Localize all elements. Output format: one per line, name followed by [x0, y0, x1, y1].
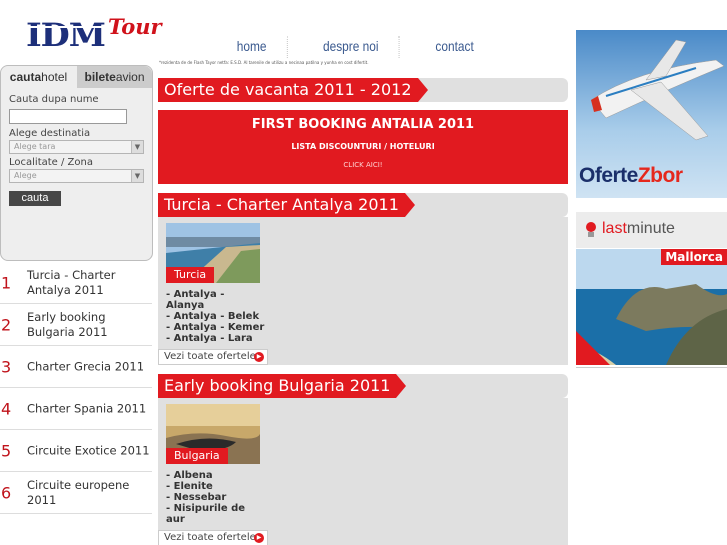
- list-item-number: 3: [1, 357, 12, 376]
- list-item[interactable]: 6 Circuite europene 2011: [0, 472, 152, 514]
- arrow-right-icon: ▶: [254, 533, 264, 543]
- view-all-label: Vezi toate ofertele: [164, 532, 256, 543]
- city-item: - Nessebar: [166, 492, 227, 503]
- city-item: - Antalya - Alanya: [166, 289, 225, 311]
- destination-select[interactable]: Alege tara ▼: [9, 140, 144, 154]
- city-item: - Albena: [166, 470, 213, 481]
- promo-sub[interactable]: LISTA DISCOUNTURI / HOTELURI: [158, 142, 568, 151]
- offers-heading: Oferte de vacanta 2011 - 2012: [158, 78, 568, 102]
- turcia-photo[interactable]: Turcia: [166, 223, 260, 283]
- section-turcia: Turcia - Antalya - Alanya - Antalya - Be…: [158, 217, 568, 365]
- logo-text: IDM: [26, 16, 106, 54]
- section-title[interactable]: Turcia - Charter Antalya 2011: [158, 193, 415, 217]
- list-item-label[interactable]: Early booking Bulgaria 2011: [27, 310, 151, 340]
- mallorca-tag: Mallorca: [661, 249, 727, 265]
- list-item[interactable]: 4 Charter Spania 2011: [0, 388, 152, 430]
- city-item: - Nisipurile de aur: [166, 503, 246, 525]
- city-item: - Antalya - Lara: [166, 333, 253, 344]
- tab-hotel-rest: hotel: [41, 70, 68, 84]
- list-item[interactable]: 3 Charter Grecia 2011: [0, 346, 152, 388]
- city-item: - Antalya - Kemer: [166, 322, 265, 333]
- page: IDM Tour home despre noi contact *rezide…: [0, 0, 727, 545]
- tab-avion-rest: avion: [115, 70, 145, 84]
- section-title[interactable]: Early booking Bulgaria 2011: [158, 374, 407, 398]
- nav-home[interactable]: home: [216, 36, 288, 58]
- oferte-zbor-label-b: Zbor: [637, 164, 683, 187]
- nav-contact[interactable]: contact: [415, 36, 494, 58]
- chevron-down-icon: ▼: [131, 141, 143, 153]
- section-heading-bulgaria: Early booking Bulgaria 2011: [158, 374, 568, 398]
- list-item-label[interactable]: Charter Grecia 2011: [27, 359, 151, 374]
- section-bulgaria: Bulgaria - Albena - Elenite - Nessebar -…: [158, 398, 568, 545]
- search-panel: cautahotel bileteavion Cauta dupa nume A…: [0, 65, 153, 261]
- bulgaria-photo[interactable]: Bulgaria: [166, 404, 260, 464]
- list-item-label[interactable]: Circuite Exotice 2011: [27, 443, 151, 458]
- destination-select-value: Alege tara: [14, 142, 56, 151]
- list-item-label[interactable]: Circuite europene 2011: [27, 478, 151, 508]
- promo-headline: FIRST BOOKING ANTALIA 2011: [251, 117, 475, 132]
- lastminute-banner[interactable]: lastminute Mallorca: [576, 212, 727, 368]
- view-all-offers-link[interactable]: Vezi toate ofertele ▶: [158, 530, 268, 545]
- locality-select-value: Alege: [14, 171, 37, 180]
- name-label: Cauta dupa nume: [9, 94, 99, 105]
- view-all-label: Vezi toate ofertele: [164, 351, 256, 362]
- locality-label: Localitate / Zona: [9, 157, 93, 168]
- list-item[interactable]: 5 Circuite Exotice 2011: [0, 430, 152, 472]
- mallorca-image: Mallorca: [576, 249, 727, 365]
- city-item: - Elenite: [166, 481, 213, 492]
- chevron-down-icon: ▼: [131, 170, 143, 182]
- photo-caption: Turcia: [166, 267, 215, 283]
- city-list: - Antalya - Alanya - Antalya - Belek - A…: [166, 289, 264, 344]
- hotel-name-input[interactable]: [9, 109, 127, 124]
- tab-bilete-avion[interactable]: bileteavion: [77, 66, 152, 88]
- search-button[interactable]: cauta: [9, 190, 61, 206]
- logo-sub: Tour: [108, 14, 162, 39]
- list-item-label[interactable]: Turcia - Charter Antalya 2011: [27, 268, 151, 298]
- destination-label: Alege destinatia: [9, 128, 91, 139]
- tab-avion-bold: bilete: [84, 70, 116, 84]
- search-form: Cauta dupa nume Alege destinatia Alege t…: [9, 94, 149, 206]
- top-nav: home despre noi contact: [210, 36, 502, 58]
- oferte-zbor-banner[interactable]: OferteZbor: [576, 30, 727, 198]
- tab-cauta-hotel[interactable]: cautahotel: [1, 66, 76, 88]
- list-item-number: 1: [1, 273, 12, 292]
- list-item-label[interactable]: Charter Spania 2011: [27, 401, 151, 416]
- lastminute-title: lastminute: [602, 220, 675, 238]
- lastminute-header: lastminute: [576, 212, 727, 248]
- list-item-number: 4: [1, 399, 12, 418]
- list-item[interactable]: 1 Turcia - Charter Antalya 2011: [0, 262, 152, 304]
- tab-hotel-bold: cauta: [9, 70, 42, 84]
- airplane-image: [590, 39, 725, 141]
- disclaimer-text: *rezidenta de de Flash Tayor netfa: E.S.…: [159, 60, 369, 65]
- list-item[interactable]: 2 Early booking Bulgaria 2011: [0, 304, 152, 346]
- arrow-right-icon: ▶: [254, 352, 264, 362]
- nav-despre-noi[interactable]: despre noi: [303, 36, 400, 58]
- lastminute-title-b: minute: [626, 220, 675, 237]
- lastminute-title-a: last: [602, 220, 627, 237]
- photo-caption: Bulgaria: [166, 448, 228, 464]
- locality-select[interactable]: Alege ▼: [9, 169, 144, 183]
- list-item-number: 6: [1, 483, 12, 502]
- city-item: - Antalya - Belek: [166, 311, 260, 322]
- search-tabs: cautahotel bileteavion: [1, 66, 152, 88]
- list-item-number: 5: [1, 441, 12, 460]
- oferte-zbor-label-a: Oferte: [579, 164, 638, 187]
- oferte-zbor-label: OferteZbor: [579, 164, 683, 188]
- promo-banner[interactable]: FIRST BOOKING ANTALIA 2011 LISTA DISCOUN…: [158, 110, 568, 184]
- city-list: - Albena - Elenite - Nessebar - Nisipuri…: [166, 470, 246, 525]
- lightbulb-icon: [586, 222, 596, 237]
- list-item-number: 2: [1, 315, 12, 334]
- left-offer-list: 1 Turcia - Charter Antalya 2011 2 Early …: [0, 262, 152, 514]
- view-all-offers-link[interactable]: Vezi toate ofertele ▶: [158, 349, 268, 365]
- section-heading-turcia: Turcia - Charter Antalya 2011: [158, 193, 568, 217]
- promo-click-link[interactable]: CLICK AICI!: [158, 161, 568, 169]
- logo[interactable]: IDM Tour: [26, 14, 166, 56]
- last-minute-badge: [576, 331, 610, 365]
- offers-title: Oferte de vacanta 2011 - 2012: [158, 78, 427, 102]
